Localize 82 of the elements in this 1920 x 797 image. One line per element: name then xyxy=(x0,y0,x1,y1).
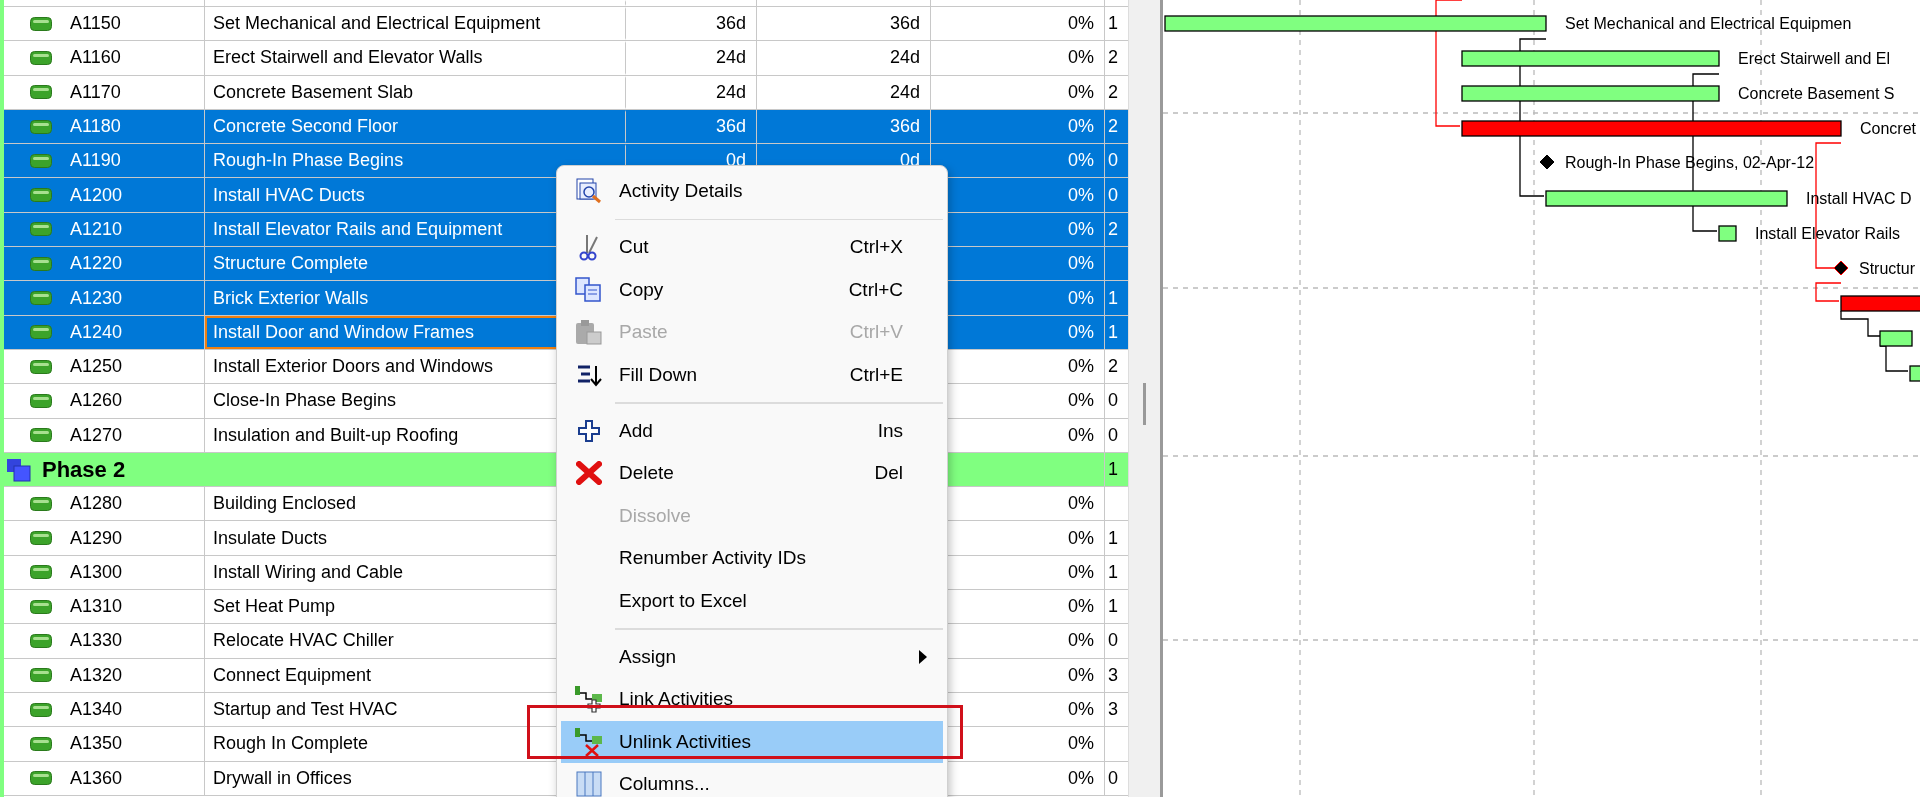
bar-label: Set Mechanical and Electrical Equipmen xyxy=(1565,15,1852,32)
table-cell: 24d xyxy=(715,47,746,69)
activity-id: A1310 xyxy=(70,596,123,618)
table-cell: 0% xyxy=(1068,218,1094,240)
activity-id: A1340 xyxy=(70,699,123,721)
activity-id: A1160 xyxy=(70,47,121,69)
table-cell: 0 xyxy=(1108,424,1118,446)
activity-id: A1230 xyxy=(70,287,123,309)
activity-id: A1300 xyxy=(70,561,123,583)
table-cell: 0 xyxy=(1108,150,1118,172)
bar-label: Structur xyxy=(1859,260,1915,277)
table-cell: 36d xyxy=(715,13,746,35)
table-cell: 24d xyxy=(889,81,920,103)
table-cell: 0% xyxy=(1068,287,1094,309)
table-cell: 0% xyxy=(1068,13,1094,35)
activity-id: A1150 xyxy=(70,13,121,35)
activity-id: A1260 xyxy=(70,390,123,412)
table-cell: 36d xyxy=(889,13,920,35)
bar-label: Concrete Basement S xyxy=(1738,85,1895,102)
table-cell: 24d xyxy=(889,47,920,69)
table-cell: 0% xyxy=(1068,150,1094,172)
activity-id: A1250 xyxy=(70,356,123,378)
table-cell: 0% xyxy=(1068,356,1094,378)
table-cell: Concrete Second Floor xyxy=(205,109,626,144)
activity-id: A1220 xyxy=(70,253,123,275)
table-cell: 0% xyxy=(1068,184,1094,206)
table-cell: 1 xyxy=(1108,321,1118,343)
activity-id: A1170 xyxy=(70,81,121,103)
activity-id: A1280 xyxy=(70,493,123,515)
table-cell: 3 xyxy=(1108,699,1118,721)
table-cell: 0 xyxy=(1108,390,1118,412)
activity-id: A1330 xyxy=(70,630,123,652)
table-cell: Concrete Basement Slab xyxy=(205,75,626,109)
table-cell: 2 xyxy=(1108,356,1118,378)
table-cell: 2 xyxy=(1108,81,1118,103)
table-cell: 0% xyxy=(1068,733,1094,755)
table-cell: 0% xyxy=(1068,116,1094,138)
activity-id: A1210 xyxy=(70,218,123,240)
table-cell: 0 xyxy=(1108,767,1118,789)
table-cell: 0% xyxy=(1068,561,1094,583)
table-cell: 2 xyxy=(1108,116,1118,138)
activity-id: A1200 xyxy=(70,184,123,206)
table-cell: 24d xyxy=(715,81,746,103)
table-cell: 36d xyxy=(889,116,920,138)
table-cell: 0% xyxy=(1068,81,1094,103)
wbs-name: Phase 2 xyxy=(42,456,126,483)
table-cell: 0 xyxy=(1108,630,1118,652)
bar-label: Concret xyxy=(1860,120,1917,137)
activity-id: A1350 xyxy=(70,733,123,755)
table-cell: 0% xyxy=(1068,664,1094,686)
table-cell: 2 xyxy=(1108,47,1118,69)
activity-id: A1360 xyxy=(70,767,123,789)
table-cell: 0% xyxy=(1068,390,1094,412)
table-cell: 0% xyxy=(1068,630,1094,652)
table-cell: 0% xyxy=(1068,47,1094,69)
bar-label: Erect Stairwell and El xyxy=(1738,50,1891,67)
table-cell: 0% xyxy=(1068,699,1094,721)
table-cell: 0% xyxy=(1068,253,1094,275)
table-cell: 3 xyxy=(1108,664,1118,686)
table-cell: Erect Stairwell and Elevator Walls xyxy=(205,41,626,75)
table-cell: 0 xyxy=(1108,184,1118,206)
activity-id: A1240 xyxy=(70,321,123,343)
table-cell: 0% xyxy=(1068,596,1094,618)
table-cell: 0% xyxy=(1068,493,1094,515)
activity-id: A1190 xyxy=(70,150,121,172)
table-cell: 1 xyxy=(1108,561,1118,583)
table-cell: 1 xyxy=(1108,287,1118,309)
table-cell: 0% xyxy=(1068,321,1094,343)
activity-id: A1180 xyxy=(70,116,121,138)
table-cell: 2 xyxy=(1108,218,1118,240)
table-cell: 0% xyxy=(1068,767,1094,789)
table-cell: 1 xyxy=(1108,596,1118,618)
table-cell: 1 xyxy=(1108,459,1118,480)
activity-id: A1270 xyxy=(70,424,123,446)
table-cell: 1 xyxy=(1108,13,1118,35)
table-cell: Set Mechanical and Electrical Equipment xyxy=(205,7,626,41)
activity-id: A1320 xyxy=(70,664,123,686)
activity-id: A1290 xyxy=(70,527,123,549)
table-cell: 36d xyxy=(715,116,746,138)
table-cell: 0% xyxy=(1068,424,1094,446)
table-cell: 0% xyxy=(1068,527,1094,549)
table-cell: 1 xyxy=(1108,527,1118,549)
